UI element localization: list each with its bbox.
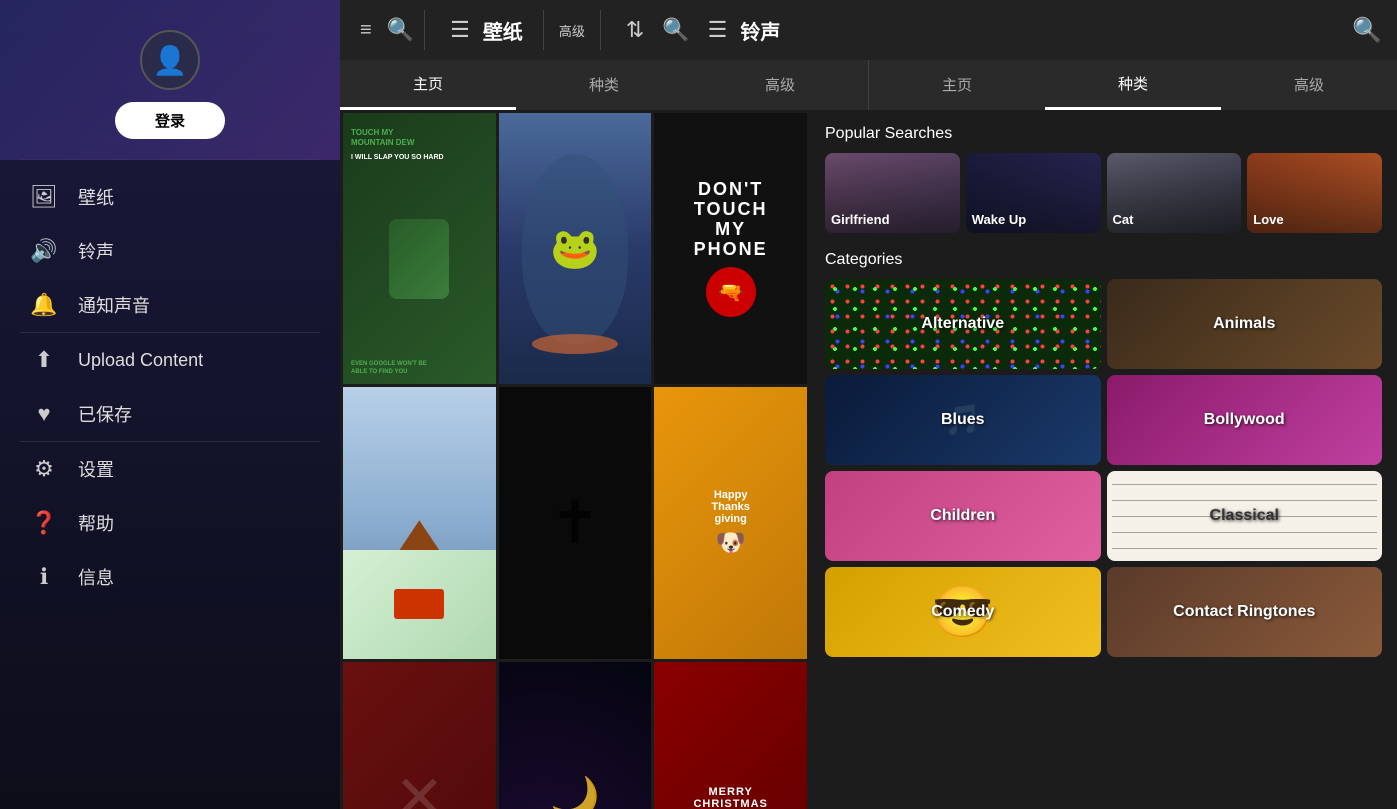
cat-label: Cat bbox=[1107, 153, 1242, 233]
wallpaper-grid: TOUCH MY MOUNTAIN DEW I WILL SLAP YOU SO… bbox=[340, 110, 810, 809]
bollywood-label: Bollywood bbox=[1107, 375, 1383, 465]
sidebar-item-help[interactable]: ❓ 帮助 bbox=[0, 496, 340, 550]
wallpaper-filter-button[interactable]: ≡ bbox=[350, 14, 382, 47]
wallpaper-grid-section: TOUCH MY MOUNTAIN DEW I WILL SLAP YOU SO… bbox=[340, 110, 810, 809]
sidebar-item-settings[interactable]: ⚙ 设置 bbox=[0, 442, 340, 496]
info-label: 信息 bbox=[78, 564, 114, 590]
category-animals[interactable]: Animals bbox=[1107, 279, 1383, 369]
contact-ringtones-label: Contact Ringtones bbox=[1107, 567, 1383, 657]
wallpaper-icon: 🖼 bbox=[30, 184, 58, 210]
ringtone-icon: 🔊 bbox=[30, 238, 58, 264]
upload-label: Upload Content bbox=[78, 350, 203, 371]
category-contact-ringtones[interactable]: Contact Ringtones bbox=[1107, 567, 1383, 657]
topbar-divider-1 bbox=[424, 10, 425, 50]
category-classical[interactable]: Classical bbox=[1107, 471, 1383, 561]
topbar: ≡ 🔍 ☰ 壁纸 高级 ⇅ 🔍 ☰ 铃声 🔍 bbox=[340, 0, 1397, 60]
ringtone-sort-button[interactable]: ⇅ bbox=[621, 12, 649, 48]
help-label: 帮助 bbox=[78, 510, 114, 536]
wallpaper-menu-button[interactable]: ☰ bbox=[445, 12, 475, 48]
wallpaper-item[interactable]: DON'TTOUCHMYPHONE 🔫 bbox=[654, 113, 807, 384]
tab-wallpaper-home[interactable]: 主页 bbox=[340, 60, 516, 110]
avatar-icon: 👤 bbox=[153, 44, 188, 77]
wallpaper-item[interactable] bbox=[343, 387, 496, 658]
category-blues[interactable]: 🎵 Blues bbox=[825, 375, 1101, 465]
search-card-wakeup[interactable]: Wake Up bbox=[966, 153, 1101, 233]
categories-grid: Alternative Animals 🎵 Blues bbox=[825, 279, 1382, 657]
comedy-label: Comedy bbox=[825, 567, 1101, 657]
notification-icon: 🔔 bbox=[30, 292, 58, 318]
tabbar: 主页 种类 高级 主页 种类 高级 bbox=[340, 60, 1397, 110]
sidebar-header: 👤 登录 bbox=[0, 0, 340, 159]
love-label: Love bbox=[1247, 153, 1382, 233]
sidebar-item-wallpaper[interactable]: 🖼 壁纸 bbox=[0, 170, 340, 224]
search-grid: Girlfriend Wake Up Cat bbox=[825, 153, 1382, 233]
info-icon: ℹ bbox=[30, 564, 58, 590]
tab-wallpaper-advanced[interactable]: 高级 bbox=[692, 60, 868, 110]
animals-label: Animals bbox=[1107, 279, 1383, 369]
ringtone-section-header: ⇅ 🔍 ☰ 铃声 bbox=[606, 12, 796, 48]
ringtone-menu-button[interactable]: ☰ bbox=[703, 12, 733, 48]
ringtone-search-button[interactable]: 🔍 bbox=[657, 12, 694, 48]
global-search-button[interactable]: 🔍 bbox=[1347, 11, 1387, 50]
wallpaper-item[interactable]: HappyThanksgiving 🐶 bbox=[654, 387, 807, 658]
upload-icon: ⬆ bbox=[30, 347, 58, 373]
search-card-girlfriend[interactable]: Girlfriend bbox=[825, 153, 960, 233]
tab-ringtone-category[interactable]: 种类 bbox=[1045, 60, 1221, 110]
tab-ringtone-home[interactable]: 主页 bbox=[869, 60, 1045, 110]
content-area: TOUCH MY MOUNTAIN DEW I WILL SLAP YOU SO… bbox=[340, 110, 1397, 809]
settings-label: 设置 bbox=[78, 456, 114, 482]
category-bollywood[interactable]: Bollywood bbox=[1107, 375, 1383, 465]
login-button[interactable]: 登录 bbox=[115, 102, 225, 139]
wallpaper-tabs: 主页 种类 高级 bbox=[340, 60, 869, 110]
topbar-divider-3 bbox=[600, 10, 601, 50]
category-alternative[interactable]: Alternative bbox=[825, 279, 1101, 369]
sidebar: 👤 登录 🖼 壁纸 🔊 铃声 🔔 通知声音 ⬆ Upload Content ♥… bbox=[0, 0, 340, 809]
settings-icon: ⚙ bbox=[30, 456, 58, 482]
wallpaper-item[interactable]: MERRYCHRISTMAS bbox=[654, 662, 807, 809]
blues-label: Blues bbox=[825, 375, 1101, 465]
wallpaper-item[interactable]: 🐸 bbox=[499, 113, 652, 384]
category-children[interactable]: Children bbox=[825, 471, 1101, 561]
wallpaper-item[interactable]: TOUCH MY MOUNTAIN DEW I WILL SLAP YOU SO… bbox=[343, 113, 496, 384]
children-label: Children bbox=[825, 471, 1101, 561]
main-content: ≡ 🔍 ☰ 壁纸 高级 ⇅ 🔍 ☰ 铃声 🔍 主页 bbox=[340, 0, 1397, 809]
topbar-divider-2 bbox=[543, 10, 544, 50]
saved-label: 已保存 bbox=[78, 401, 132, 427]
sidebar-item-info[interactable]: ℹ 信息 bbox=[0, 550, 340, 604]
sidebar-item-upload[interactable]: ⬆ Upload Content bbox=[0, 333, 340, 387]
wallpaper-item[interactable]: ✕ bbox=[343, 662, 496, 809]
ringtone-title: 铃声 bbox=[740, 16, 780, 45]
saved-icon: ♥ bbox=[30, 401, 58, 427]
sidebar-item-notification[interactable]: 🔔 通知声音 bbox=[0, 278, 340, 332]
categories-title: Categories bbox=[825, 251, 1382, 269]
search-card-love[interactable]: Love bbox=[1247, 153, 1382, 233]
wallpaper-section-header: ☰ 壁纸 bbox=[430, 12, 538, 48]
popular-searches-title: Popular Searches bbox=[825, 125, 1382, 143]
tab-wallpaper-category[interactable]: 种类 bbox=[516, 60, 692, 110]
wakeup-label: Wake Up bbox=[966, 153, 1101, 233]
notification-label: 通知声音 bbox=[78, 292, 150, 318]
sidebar-item-saved[interactable]: ♥ 已保存 bbox=[0, 387, 340, 441]
ringtone-categories-section: Popular Searches Girlfriend Wake Up bbox=[810, 110, 1397, 809]
sidebar-nav: 🖼 壁纸 🔊 铃声 🔔 通知声音 ⬆ Upload Content ♥ 已保存 … bbox=[0, 160, 340, 809]
avatar: 👤 bbox=[140, 30, 200, 90]
category-comedy[interactable]: 😎 Comedy bbox=[825, 567, 1101, 657]
wallpaper-title: 壁纸 bbox=[483, 16, 523, 45]
tab-ringtone-advanced[interactable]: 高级 bbox=[1221, 60, 1397, 110]
x-placeholder-icon: ✕ bbox=[343, 662, 496, 809]
search-card-cat[interactable]: Cat bbox=[1107, 153, 1242, 233]
wallpaper-advanced-label: 高级 bbox=[549, 21, 595, 40]
sidebar-item-ringtone[interactable]: 🔊 铃声 bbox=[0, 224, 340, 278]
girlfriend-label: Girlfriend bbox=[825, 153, 960, 233]
wallpaper-item[interactable]: ✝ bbox=[499, 387, 652, 658]
wallpaper-search-button[interactable]: 🔍 bbox=[382, 12, 419, 48]
classical-label: Classical bbox=[1107, 471, 1383, 561]
ringtone-tabs: 主页 种类 高级 bbox=[869, 60, 1397, 110]
wallpaper-item[interactable]: 🌙 bbox=[499, 662, 652, 809]
wallpaper-label: 壁纸 bbox=[78, 184, 114, 210]
ringtone-label: 铃声 bbox=[78, 238, 114, 264]
help-icon: ❓ bbox=[30, 510, 58, 536]
alternative-label: Alternative bbox=[825, 279, 1101, 369]
